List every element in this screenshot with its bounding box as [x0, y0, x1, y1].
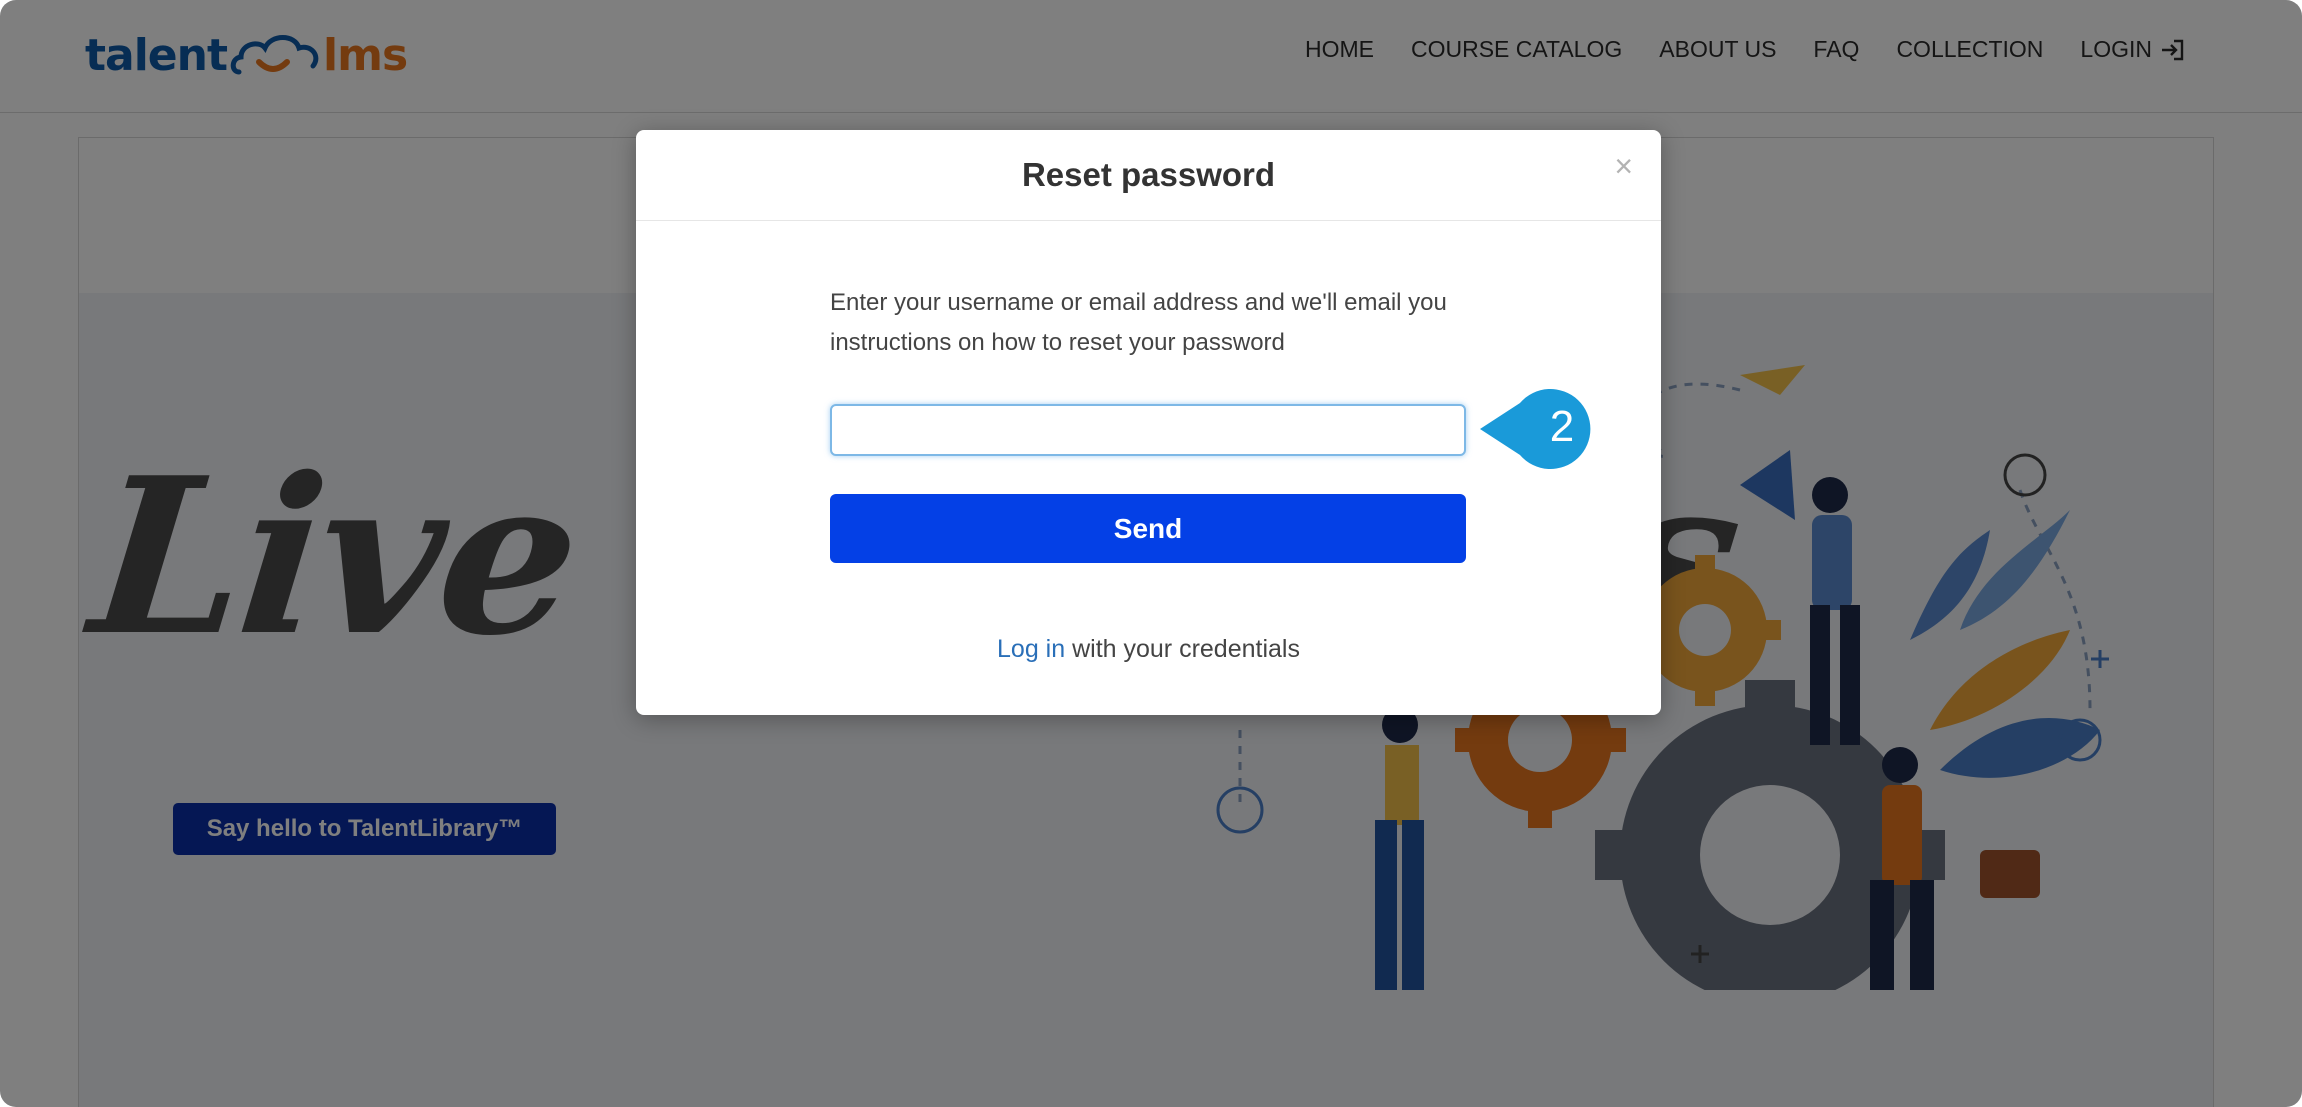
dialog-header: Reset password × [636, 130, 1661, 221]
send-button[interactable]: Send [830, 494, 1466, 563]
login-prompt: Log in with your credentials [636, 635, 1661, 664]
close-icon[interactable]: × [1614, 150, 1633, 182]
step-number: 2 [1550, 402, 1574, 451]
login-link[interactable]: Log in [997, 635, 1065, 663]
step-callout-badge: 2 [1480, 389, 1591, 469]
browser-viewport: talent lms HOME COURSE CATALOG ABOUT US … [0, 0, 2302, 1107]
dialog-title: Reset password [1021, 156, 1276, 193]
username-email-input[interactable] [830, 404, 1466, 456]
login-prompt-suffix: with your credentials [1065, 635, 1300, 663]
reset-instructions: Enter your username or email address and… [830, 289, 1447, 356]
